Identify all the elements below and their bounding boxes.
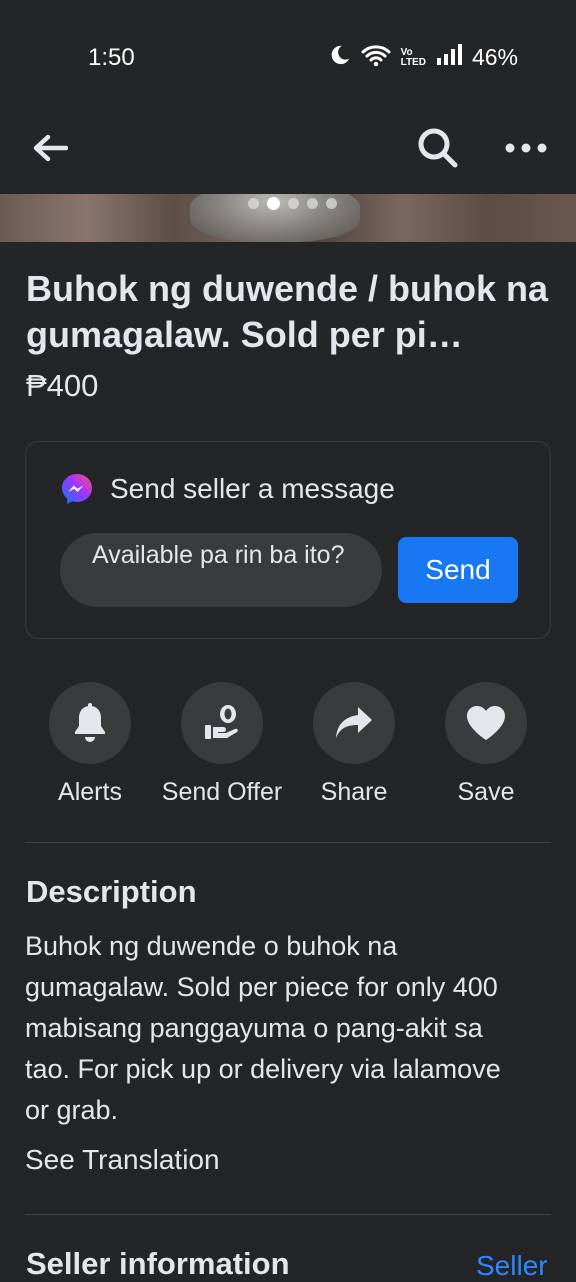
status-time: 1:50 — [88, 44, 135, 71]
send-offer-label: Send Offer — [161, 778, 283, 806]
back-button[interactable] — [22, 120, 78, 176]
alerts-button[interactable]: Alerts — [20, 682, 160, 807]
share-button[interactable]: Share — [284, 682, 424, 807]
listing-title: Buhok ng duwende / buhok na gumagalaw. S… — [26, 268, 548, 355]
description-body: Buhok ng duwende o buhok na gumagalaw. S… — [25, 931, 501, 1125]
bell-icon — [75, 703, 105, 742]
carousel-dot — [306, 198, 318, 209]
share-circle — [313, 682, 395, 764]
more-options-button[interactable] — [498, 120, 554, 176]
message-card-header: Send seller a message — [60, 472, 395, 506]
save-circle — [445, 682, 527, 764]
messenger-icon — [62, 474, 92, 504]
signal-icon — [436, 44, 462, 71]
more-horizontal-icon — [505, 143, 547, 153]
carousel-dot-active — [266, 197, 280, 210]
moon-icon — [329, 44, 351, 71]
arrow-left-icon — [33, 134, 68, 162]
send-offer-button[interactable]: Send Offer — [152, 682, 292, 807]
volte-indicator: Vo LTED — [400, 47, 426, 68]
send-button[interactable]: Send — [398, 537, 518, 603]
divider — [25, 1214, 551, 1215]
save-label: Save — [457, 778, 515, 806]
message-card-heading: Send seller a message — [110, 473, 395, 504]
share-label: Share — [320, 778, 388, 806]
seller-info-heading: Seller information — [26, 1246, 290, 1281]
heart-icon — [467, 706, 505, 740]
carousel-dot — [325, 198, 337, 209]
status-icons: Vo LTED 46% — [329, 43, 518, 72]
save-button[interactable]: Save — [416, 682, 556, 807]
status-bar: 1:50 Vo LTED 46% — [0, 0, 576, 112]
message-input[interactable]: Available pa rin ba ito? — [60, 533, 382, 607]
wifi-icon — [361, 43, 391, 72]
carousel-dot — [247, 198, 259, 209]
search-icon — [418, 128, 458, 168]
battery-percent: 46% — [471, 44, 518, 70]
photo-carousel-dots — [0, 197, 576, 210]
message-seller-card: Send seller a message Available pa rin b… — [25, 441, 551, 639]
divider — [25, 842, 551, 843]
listing-photo[interactable] — [0, 194, 576, 242]
top-nav — [0, 112, 576, 194]
seller-details-link[interactable]: Seller — [476, 1250, 548, 1282]
send-offer-circle — [181, 682, 263, 764]
action-row: Alerts Send Offer Share Save — [0, 682, 576, 812]
see-translation-link[interactable]: See Translation — [25, 1144, 220, 1176]
carousel-dot — [287, 198, 299, 209]
search-button[interactable] — [410, 120, 466, 176]
alerts-label: Alerts — [58, 778, 122, 806]
alerts-circle — [49, 682, 131, 764]
listing-price: ₱400 — [26, 368, 99, 403]
offer-hand-icon — [205, 705, 238, 739]
share-arrow-icon — [336, 707, 372, 738]
description-heading: Description — [26, 874, 197, 909]
volte-bottom: LTED — [400, 56, 426, 68]
